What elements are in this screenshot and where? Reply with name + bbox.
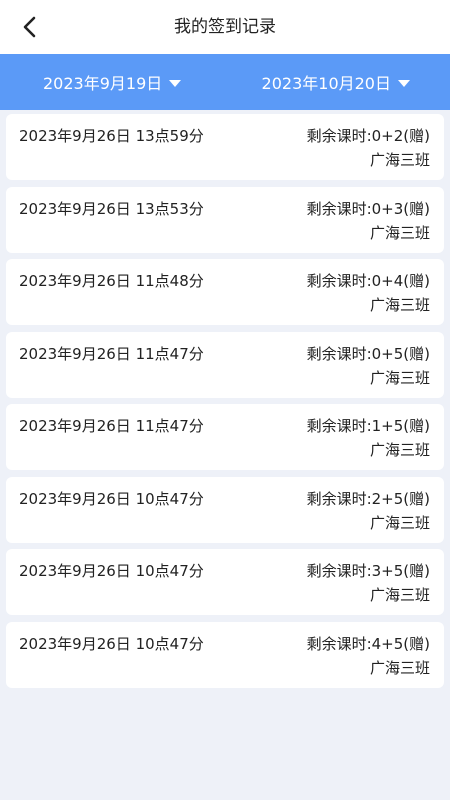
record-class-name: 广海三班: [369, 223, 430, 242]
record-class-name: 广海三班: [369, 296, 430, 314]
record-remaining-hours: 剩余课时:3+5(赠): [306, 562, 430, 580]
record-item[interactable]: 2023年9月26日 11点48分 剩余课时:0+4(赠) 广海三班: [6, 259, 444, 325]
record-time: 2023年9月26日 13点53分: [19, 199, 204, 218]
record-time: 2023年9月26日 11点48分: [19, 272, 204, 290]
record-time: 2023年9月26日 13点59分: [19, 127, 204, 145]
start-date-label: 2023年9月19日: [43, 74, 163, 93]
end-date-label: 2023年10月20日: [261, 74, 391, 93]
record-class-name: 广海三班: [369, 513, 430, 532]
record-remaining-hours: 剩余课时:0+5(赠): [306, 344, 430, 363]
record-time: 2023年9月26日 10点47分: [19, 634, 204, 653]
record-item[interactable]: 2023年9月26日 10点47分 剩余课时:3+5(赠) 广海三班: [6, 549, 444, 615]
record-item[interactable]: 2023年9月26日 13点59分 剩余课时:0+2(赠) 广海三班: [6, 114, 444, 180]
record-class-name: 广海三班: [369, 658, 430, 677]
page-title: 我的签到记录: [174, 17, 276, 37]
record-class-name: 广海三班: [369, 151, 430, 169]
date-filter-bar: 2023年9月19日 2023年10月20日: [0, 54, 450, 110]
end-date-select[interactable]: 2023年10月20日: [262, 70, 410, 94]
record-time: 2023年9月26日 11点47分: [19, 417, 204, 435]
record-remaining-hours: 剩余课时:2+5(赠): [306, 489, 430, 508]
record-remaining-hours: 剩余课时:1+5(赠): [306, 417, 430, 435]
record-item[interactable]: 2023年9月26日 10点47分 剩余课时:4+5(赠) 广海三班: [6, 621, 444, 688]
start-date-select[interactable]: 2023年9月19日: [43, 70, 182, 94]
record-time: 2023年9月26日 10点47分: [19, 562, 204, 580]
record-remaining-hours: 剩余课时:0+4(赠): [306, 272, 430, 290]
record-item[interactable]: 2023年9月26日 10点47分 剩余课时:2+5(赠) 广海三班: [6, 476, 444, 543]
record-remaining-hours: 剩余课时:4+5(赠): [306, 634, 430, 653]
record-class-name: 广海三班: [369, 586, 430, 604]
app-header: 我的签到记录: [0, 0, 450, 54]
record-item[interactable]: 2023年9月26日 13点53分 剩余课时:0+3(赠) 广海三班: [6, 186, 444, 253]
checkin-record-list: 2023年9月26日 13点59分 剩余课时:0+2(赠) 广海三班 2023年…: [6, 114, 444, 694]
record-remaining-hours: 剩余课时:0+2(赠): [306, 127, 430, 145]
record-class-name: 广海三班: [369, 441, 430, 459]
record-time: 2023年9月26日 10点47分: [19, 489, 204, 508]
caret-down-icon: [398, 79, 410, 87]
record-time: 2023年9月26日 11点47分: [19, 344, 204, 363]
record-class-name: 广海三班: [369, 368, 430, 387]
record-item[interactable]: 2023年9月26日 11点47分 剩余课时:1+5(赠) 广海三班: [6, 404, 444, 470]
record-remaining-hours: 剩余课时:0+3(赠): [306, 199, 430, 218]
caret-down-icon: [169, 79, 182, 87]
record-item[interactable]: 2023年9月26日 11点47分 剩余课时:0+5(赠) 广海三班: [6, 331, 444, 398]
